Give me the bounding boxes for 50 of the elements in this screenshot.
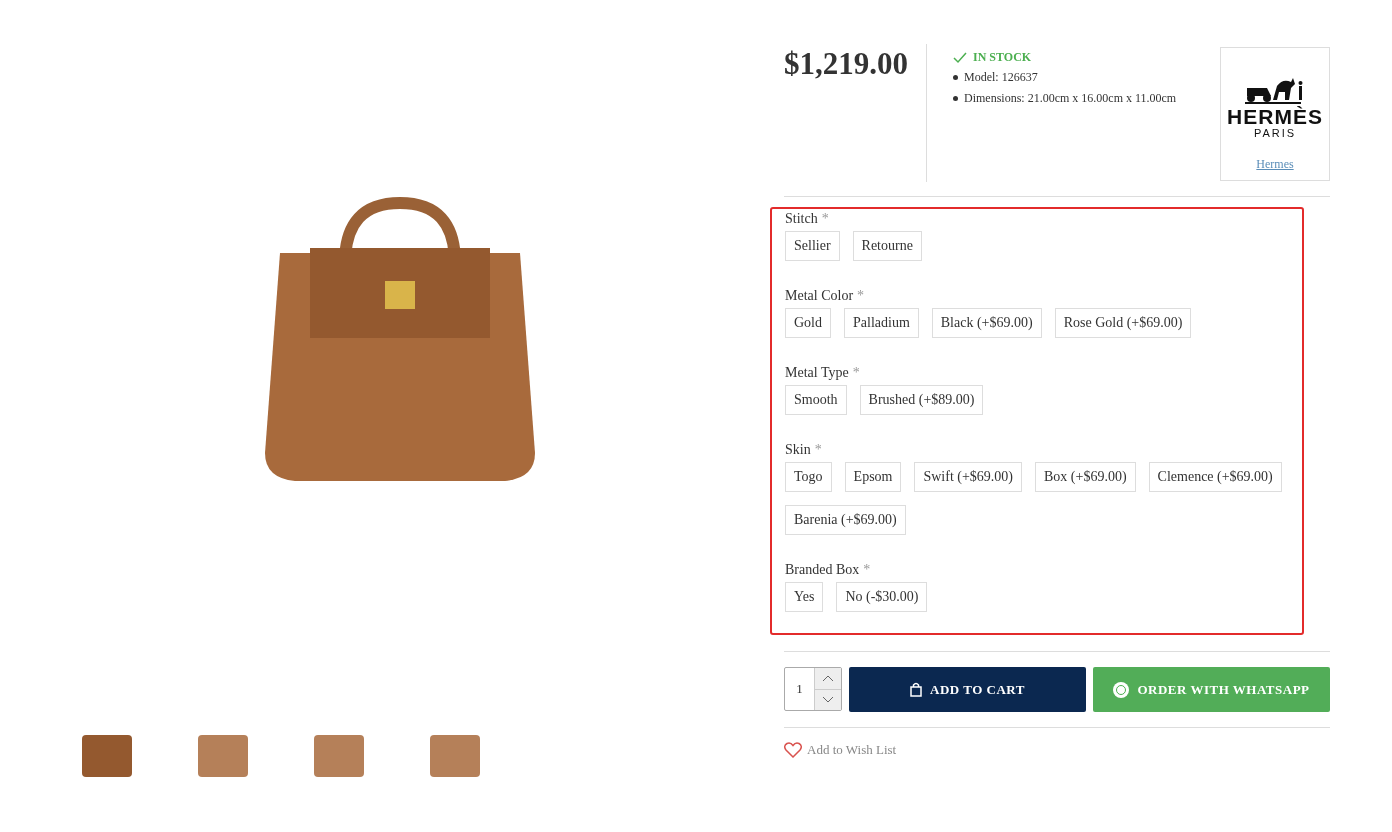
required-mark: * <box>863 562 871 577</box>
option-label: Branded Box <box>785 562 860 577</box>
thumbnail-photo[interactable] <box>82 735 132 777</box>
required-mark: * <box>821 211 829 226</box>
option-chip[interactable]: Smooth <box>785 385 847 415</box>
option-chip[interactable]: Clemence (+$69.00) <box>1148 462 1282 492</box>
wishlist-link[interactable]: Add to Wish List <box>784 742 897 758</box>
option-chip[interactable]: Black (+$69.00) <box>931 308 1042 338</box>
thumbnail-photo[interactable] <box>314 735 364 777</box>
shopping-bag-icon <box>910 682 923 697</box>
brand-logo-city: PARIS <box>1253 127 1297 139</box>
bullet-icon <box>953 75 958 80</box>
thumbnail-photo[interactable] <box>430 735 480 777</box>
option-chip[interactable]: Palladium <box>844 308 919 338</box>
brand-link[interactable]: Hermes <box>1256 157 1294 172</box>
increase-button[interactable] <box>815 668 841 689</box>
option-chip[interactable]: Togo <box>785 462 832 492</box>
stock-status: IN STOCK <box>973 50 1032 65</box>
option-label: Stitch <box>785 211 818 226</box>
option-label: Metal Type <box>785 365 849 380</box>
checkmark-icon <box>953 51 967 64</box>
option-chip[interactable]: Gold <box>785 308 831 338</box>
option-chip[interactable]: Swift (+$69.00) <box>914 462 1023 492</box>
option-chip[interactable]: No (-$30.00) <box>836 582 928 612</box>
option-chip[interactable]: Rose Gold (+$69.00) <box>1054 308 1192 338</box>
chevron-down-icon <box>822 696 834 704</box>
option-chip[interactable]: Brushed (+$89.00) <box>859 385 984 415</box>
required-mark: * <box>814 442 822 457</box>
option-chip[interactable]: Box (+$69.00) <box>1035 462 1136 492</box>
required-mark: * <box>852 365 860 380</box>
option-chip[interactable]: Barenia (+$69.00) <box>785 505 906 535</box>
whatsapp-icon <box>1113 681 1130 698</box>
required-mark: * <box>857 288 865 303</box>
option-chip[interactable]: Sellier <box>785 231 840 261</box>
spec-text: Model: 126637 <box>964 70 1038 85</box>
option-chip[interactable]: Yes <box>785 582 824 612</box>
quantity-field[interactable]: 1 <box>784 667 842 711</box>
option-chip[interactable]: Epsom <box>844 462 902 492</box>
price: $1,219.00 <box>784 44 927 182</box>
option-chip[interactable]: Retourne <box>852 231 922 261</box>
thumbnail-photo[interactable] <box>198 735 248 777</box>
heart-icon <box>784 742 802 758</box>
bullet-icon <box>953 96 958 101</box>
chevron-up-icon <box>822 674 834 682</box>
option-label: Metal Color <box>785 288 854 303</box>
brand-logo-text: HERMÈS <box>1227 106 1323 127</box>
add-to-cart-button[interactable]: ADD TO CART <box>849 667 1086 712</box>
decrease-button[interactable] <box>815 688 841 710</box>
option-label: Skin <box>785 442 811 457</box>
spec-text: Dimensions: 21.00cm x 16.00cm x 11.00cm <box>964 91 1177 106</box>
